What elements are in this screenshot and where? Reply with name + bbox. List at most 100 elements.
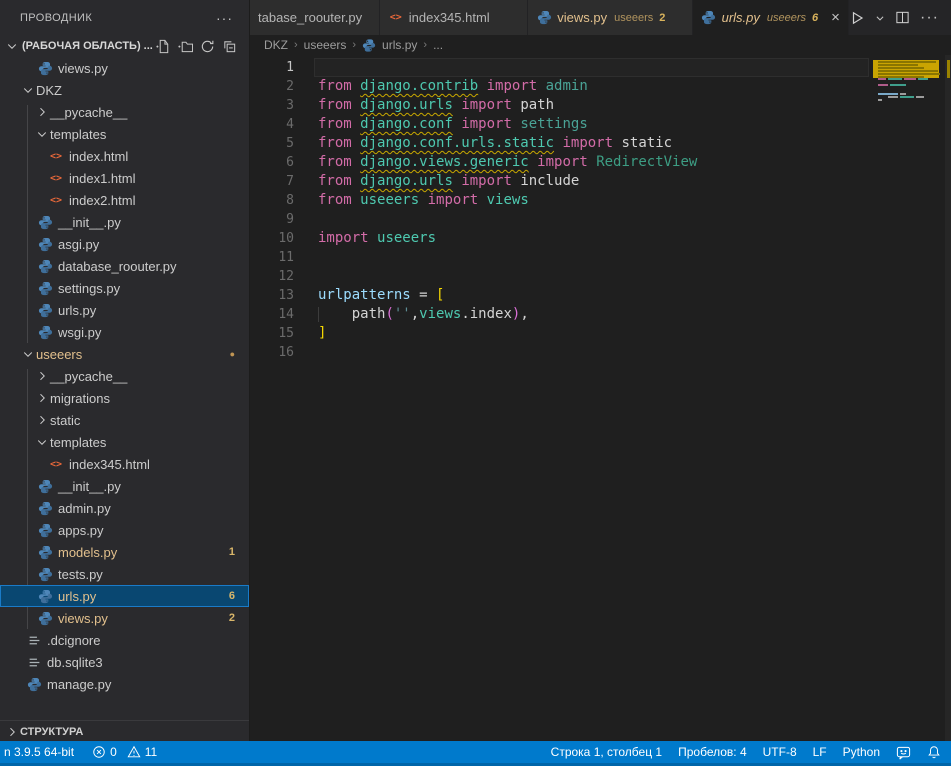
encoding[interactable]: UTF-8 xyxy=(763,745,797,759)
explorer-more-icon[interactable]: ··· xyxy=(216,10,249,26)
html-file-icon: <> xyxy=(48,456,64,472)
cursor-position[interactable]: Строка 1, столбец 1 xyxy=(551,745,662,759)
code-line-15[interactable]: 15] xyxy=(250,324,951,343)
tree-item-label: models.py xyxy=(58,545,117,560)
modified-dot-badge: ● xyxy=(230,349,235,359)
code-line-13[interactable]: 13urlpatterns = [ xyxy=(250,286,951,305)
tree-item-manage.py[interactable]: manage.py xyxy=(0,673,249,695)
code-line-text: from django.views.generic import Redirec… xyxy=(318,153,697,172)
breadcrumb-item-DKZ[interactable]: DKZ xyxy=(264,38,288,52)
code-line-16[interactable]: 16 xyxy=(250,343,951,362)
code-line-4[interactable]: 4from django.conf import settings xyxy=(250,115,951,134)
file-file-icon xyxy=(26,632,42,648)
refresh-icon[interactable] xyxy=(200,39,215,54)
tree-item-DKZ[interactable]: DKZ xyxy=(0,79,249,101)
tree-item-views.py[interactable]: views.py2 xyxy=(0,607,249,629)
code-line-9[interactable]: 9 xyxy=(250,210,951,229)
code-line-3[interactable]: 3from django.urls import path xyxy=(250,96,951,115)
tree-item-__init__.py[interactable]: __init__.py xyxy=(0,211,249,233)
python-file-icon xyxy=(37,544,53,560)
tree-item-urls.py[interactable]: urls.py6 xyxy=(0,585,249,607)
split-editor-button[interactable] xyxy=(895,10,910,25)
language-mode[interactable]: Python xyxy=(843,745,880,759)
line-number: 6 xyxy=(250,153,294,172)
tab-label: index345.html xyxy=(409,10,490,25)
more-actions-button[interactable]: ··· xyxy=(920,9,939,27)
code-line-text: ] xyxy=(318,324,326,343)
tree-item-views.py[interactable]: views.py xyxy=(0,57,249,79)
tree-item-index.html[interactable]: <>index.html xyxy=(0,145,249,167)
collapse-all-icon[interactable] xyxy=(222,39,237,54)
tree-item-__init__.py[interactable]: __init__.py xyxy=(0,475,249,497)
tree-item-models.py[interactable]: models.py1 xyxy=(0,541,249,563)
overview-ruler[interactable] xyxy=(945,55,951,741)
code-line-10[interactable]: 10import useeers xyxy=(250,229,951,248)
tree-item-templates[interactable]: templates xyxy=(0,123,249,145)
tree-item-database_roouter.py[interactable]: database_roouter.py xyxy=(0,255,249,277)
tree-item-admin.py[interactable]: admin.py xyxy=(0,497,249,519)
python-file-icon xyxy=(37,60,53,76)
python-file-icon xyxy=(37,214,53,230)
code-line-8[interactable]: 8from useeers import views xyxy=(250,191,951,210)
code-line-11[interactable]: 11 xyxy=(250,248,951,267)
tree-item-index2.html[interactable]: <>index2.html xyxy=(0,189,249,211)
explorer-header: ПРОВОДНИК ··· xyxy=(0,0,249,35)
feedback-icon[interactable] xyxy=(896,745,911,760)
code-line-14[interactable]: 14 path('',views.index), xyxy=(250,305,951,324)
tab-problem-badge: 6 xyxy=(812,12,818,24)
minimap-code-line xyxy=(900,93,906,95)
outline-section-header[interactable]: СТРУКТУРА xyxy=(0,720,249,742)
minimap-code-line xyxy=(904,78,916,80)
code-line-5[interactable]: 5from django.conf.urls.static import sta… xyxy=(250,134,951,153)
eol[interactable]: LF xyxy=(813,745,827,759)
new-folder-icon[interactable] xyxy=(178,39,193,54)
close-icon[interactable]: × xyxy=(828,9,843,26)
breadcrumb-item-urls.py[interactable]: urls.py xyxy=(382,38,417,52)
tab-tabase_roouter.py[interactable]: tabase_roouter.py xyxy=(250,0,380,35)
tree-item-static[interactable]: static xyxy=(0,409,249,431)
python-file-icon xyxy=(536,10,552,26)
tree-item-tests.py[interactable]: tests.py xyxy=(0,563,249,585)
tab-urls.py[interactable]: urls.pyuseeers6× xyxy=(693,0,849,35)
minimap[interactable] xyxy=(871,55,941,175)
tree-item-wsgi.py[interactable]: wsgi.py xyxy=(0,321,249,343)
breadcrumb-item-...[interactable]: ... xyxy=(433,38,443,52)
python-version[interactable]: n 3.9.5 64-bit xyxy=(4,745,74,759)
code-line-7[interactable]: 7from django.urls import include xyxy=(250,172,951,191)
tree-item-templates[interactable]: templates xyxy=(0,431,249,453)
tree-item-useeers[interactable]: useeers● xyxy=(0,343,249,365)
run-dropdown-chevron-icon[interactable] xyxy=(875,13,885,23)
code-editor[interactable]: 12from django.contrib import admin3from … xyxy=(250,55,951,741)
tree-item-__pycache__[interactable]: __pycache__ xyxy=(0,365,249,387)
tree-item-__pycache__[interactable]: __pycache__ xyxy=(0,101,249,123)
tree-item-asgi.py[interactable]: asgi.py xyxy=(0,233,249,255)
tree-item-index1.html[interactable]: <>index1.html xyxy=(0,167,249,189)
chevron-right-icon xyxy=(34,412,50,428)
workspace-section-header[interactable]: (РАБОЧАЯ ОБЛАСТЬ) ... xyxy=(0,35,249,57)
code-line-12[interactable]: 12 xyxy=(250,267,951,286)
tree-item-label: admin.py xyxy=(58,501,111,516)
python-file-icon xyxy=(37,588,53,604)
indentation[interactable]: Пробелов: 4 xyxy=(678,745,747,759)
tree-item-db.sqlite3[interactable]: db.sqlite3 xyxy=(0,651,249,673)
tree-item-.dcignore[interactable]: .dcignore xyxy=(0,629,249,651)
tree-item-label: index345.html xyxy=(69,457,150,472)
minimap-code-line xyxy=(916,96,924,98)
code-line-2[interactable]: 2from django.contrib import admin xyxy=(250,77,951,96)
tree-item-urls.py[interactable]: urls.py xyxy=(0,299,249,321)
code-line-1[interactable]: 1 xyxy=(250,58,951,77)
tab-index345.html[interactable]: <>index345.html xyxy=(380,0,529,35)
breadcrumb-item-useeers[interactable]: useeers xyxy=(304,38,347,52)
problems[interactable]: 011 xyxy=(92,745,157,759)
tree-item-apps.py[interactable]: apps.py xyxy=(0,519,249,541)
tree-item-label: index.html xyxy=(69,149,128,164)
tab-views.py[interactable]: views.pyuseeers2 xyxy=(528,0,692,35)
tab-bar: tabase_roouter.py<>index345.htmlviews.py… xyxy=(250,0,951,35)
new-file-icon[interactable] xyxy=(156,39,171,54)
tree-item-settings.py[interactable]: settings.py xyxy=(0,277,249,299)
notifications-bell-icon[interactable] xyxy=(927,745,941,759)
tree-item-index345.html[interactable]: <> index345.html xyxy=(0,453,249,475)
code-line-6[interactable]: 6 from django.views.generic import Redire… xyxy=(250,153,951,172)
run-button[interactable] xyxy=(849,10,865,26)
tree-item-migrations[interactable]: migrations xyxy=(0,387,249,409)
